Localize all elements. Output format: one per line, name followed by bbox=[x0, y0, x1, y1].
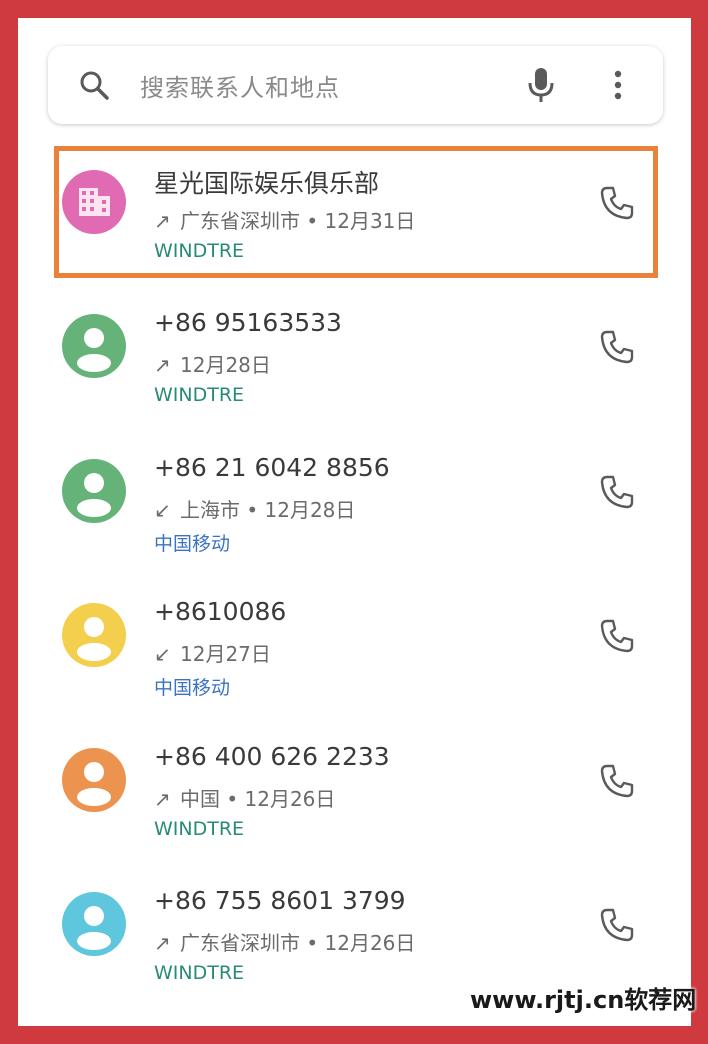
call-meta: ↙ 12月27日 bbox=[154, 638, 271, 667]
carrier-label: 中国移动 bbox=[154, 677, 231, 699]
carrier-label: 中国移动 bbox=[154, 533, 231, 555]
person-icon bbox=[77, 617, 111, 661]
watermark-text: www.rjtj.cn软荐网 bbox=[470, 986, 697, 1014]
app-screen: 搜索联系人和地点 星光国际娱乐俱乐部 ↗ 广东省深圳市 • 12月31日 WINDTR… bbox=[18, 18, 691, 1026]
call-button[interactable] bbox=[598, 617, 636, 655]
call-meta: ↗ 广东省深圳市 • 12月31日 bbox=[154, 205, 415, 234]
business-icon bbox=[79, 188, 110, 216]
caller-name: +86 755 8601 3799 bbox=[154, 886, 406, 915]
phone-icon bbox=[600, 330, 634, 364]
call-button[interactable] bbox=[598, 906, 636, 944]
location-date: 广东省深圳市 • 12月26日 bbox=[180, 931, 416, 955]
avatar[interactable] bbox=[62, 170, 126, 234]
location-date: 12月27日 bbox=[180, 642, 271, 666]
avatar[interactable] bbox=[62, 603, 126, 667]
outgoing-arrow-icon: ↗ bbox=[154, 931, 171, 955]
call-log-row[interactable]: +86 400 626 2233 ↗ 中国 • 12月26日 WINDTRE bbox=[18, 724, 691, 856]
call-meta: ↗ 12月28日 bbox=[154, 349, 271, 378]
call-button[interactable] bbox=[598, 184, 636, 222]
location-date: 12月28日 bbox=[180, 353, 271, 377]
caller-name: +8610086 bbox=[154, 597, 287, 626]
person-icon bbox=[77, 906, 111, 950]
caller-name: +86 21 6042 8856 bbox=[154, 453, 390, 482]
search-input[interactable]: 搜索联系人和地点 bbox=[140, 68, 340, 103]
caller-name: +86 400 626 2233 bbox=[154, 742, 390, 771]
phone-icon bbox=[600, 764, 634, 798]
caller-name: +86 95163533 bbox=[154, 308, 342, 337]
carrier-label: WINDTRE bbox=[154, 818, 245, 840]
call-meta: ↙ 上海市 • 12月28日 bbox=[154, 494, 355, 523]
call-button[interactable] bbox=[598, 328, 636, 366]
phone-icon bbox=[600, 186, 634, 220]
call-log-row[interactable]: +86 95163533 ↗ 12月28日 WINDTRE bbox=[18, 290, 691, 422]
avatar[interactable] bbox=[62, 748, 126, 812]
location-date: 广东省深圳市 • 12月31日 bbox=[180, 209, 416, 233]
call-log-row[interactable]: 星光国际娱乐俱乐部 ↗ 广东省深圳市 • 12月31日 WINDTRE bbox=[18, 146, 691, 278]
phone-icon bbox=[600, 619, 634, 653]
outgoing-arrow-icon: ↗ bbox=[154, 787, 171, 811]
carrier-label: WINDTRE bbox=[154, 962, 245, 984]
call-button[interactable] bbox=[598, 762, 636, 800]
mic-icon[interactable] bbox=[526, 66, 556, 104]
location-date: 中国 • 12月26日 bbox=[180, 787, 336, 811]
call-log-row[interactable]: +86 21 6042 8856 ↙ 上海市 • 12月28日中国移动 bbox=[18, 435, 691, 567]
incoming-arrow-icon: ↙ bbox=[154, 498, 171, 522]
caller-name: 星光国际娱乐俱乐部 bbox=[154, 169, 380, 198]
call-meta: ↗ 中国 • 12月26日 bbox=[154, 783, 335, 812]
call-button[interactable] bbox=[598, 473, 636, 511]
location-date: 上海市 • 12月28日 bbox=[180, 498, 356, 522]
phone-icon bbox=[600, 908, 634, 942]
incoming-arrow-icon: ↙ bbox=[154, 642, 171, 666]
avatar[interactable] bbox=[62, 892, 126, 956]
phone-icon bbox=[600, 475, 634, 509]
outgoing-arrow-icon: ↗ bbox=[154, 353, 171, 377]
search-bar[interactable]: 搜索联系人和地点 bbox=[48, 46, 663, 124]
call-log-row[interactable]: +8610086 ↙ 12月27日中国移动 bbox=[18, 579, 691, 711]
search-icon[interactable] bbox=[78, 69, 110, 101]
carrier-label: WINDTRE bbox=[154, 240, 245, 262]
more-vert-icon[interactable] bbox=[608, 66, 628, 104]
person-icon bbox=[77, 762, 111, 806]
outgoing-arrow-icon: ↗ bbox=[154, 209, 171, 233]
avatar[interactable] bbox=[62, 314, 126, 378]
carrier-label: WINDTRE bbox=[154, 384, 245, 406]
person-icon bbox=[77, 328, 111, 372]
avatar[interactable] bbox=[62, 459, 126, 523]
person-icon bbox=[77, 473, 111, 517]
call-meta: ↗ 广东省深圳市 • 12月26日 bbox=[154, 927, 415, 956]
